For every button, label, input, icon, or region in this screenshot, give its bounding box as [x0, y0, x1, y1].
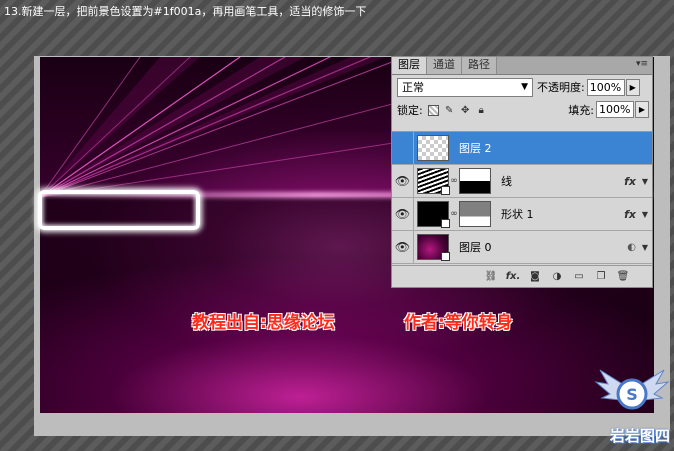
blend-opacity-row: 正常 ▼ 不透明度: 100% ▶	[392, 75, 652, 99]
tutorial-caption: 13.新建一层，把前景色设置为#1f001a，再用画笔工具，适当的修饰一下	[4, 5, 367, 18]
layer-name: 线	[501, 175, 512, 188]
lock-fill-row: 锁定: ✎ ✥ 🔒︎ 填充: 100% ▶	[392, 99, 652, 121]
layer-thumbnail	[417, 234, 450, 261]
layer-row-shape1[interactable]: 👁︎ ∞ 形状 1 fx ▼	[392, 197, 652, 231]
fill-input[interactable]: 100%	[596, 101, 634, 118]
tab-layers[interactable]: 图层	[392, 57, 427, 74]
blend-mode-value: 正常	[402, 81, 424, 94]
fill-slider-button[interactable]: ▶	[635, 101, 649, 118]
layer-name: 图层 2	[459, 142, 492, 155]
credit-author: 作者:等你转身	[404, 313, 513, 333]
svg-text:S: S	[626, 385, 638, 404]
smart-object-badge-icon	[441, 252, 450, 261]
mask-link-icon[interactable]: ∞	[450, 176, 458, 186]
lock-label: 锁定:	[397, 104, 423, 117]
layer-name: 形状 1	[501, 208, 534, 221]
credit-source: 教程出自:思缘论坛	[192, 313, 335, 333]
opacity-slider-button[interactable]: ▶	[625, 78, 640, 96]
layer-row-lines[interactable]: 👁︎ ∞ 线 fx ▼	[392, 164, 652, 198]
layers-toolbar: ⛓ fx. ◙ ◑ ▭ ❐ 🗑︎	[392, 265, 652, 287]
lock-transparency-icon[interactable]	[427, 104, 439, 116]
layer-name: 图层 0	[459, 241, 492, 254]
visibility-eye-icon[interactable]: 👁︎	[392, 131, 414, 165]
fill-label: 填充:	[568, 103, 594, 117]
layer-mask-thumbnail[interactable]	[459, 201, 491, 227]
panel-menu-icon[interactable]: ▾≡	[636, 59, 648, 69]
layer-row-layer2[interactable]: 👁︎ 图层 2	[392, 131, 652, 165]
layer-mask-thumbnail[interactable]	[459, 168, 491, 194]
watermark-logo: S 岩岩图四	[590, 350, 674, 451]
fx-icon[interactable]: fx.	[504, 269, 522, 285]
visibility-eye-icon[interactable]: 👁︎	[392, 164, 414, 198]
fill-group: 填充: 100% ▶	[568, 101, 649, 118]
layer-thumbnail	[417, 168, 450, 195]
opacity-input[interactable]: 100%	[586, 78, 625, 96]
visibility-eye-icon[interactable]: 👁︎	[392, 230, 414, 264]
opacity-label: 不透明度:	[537, 81, 585, 94]
smart-object-badge-icon	[441, 186, 450, 195]
fx-icon[interactable]: fx	[624, 175, 636, 188]
chevron-down-icon: ▼	[521, 82, 528, 92]
expand-effects-icon[interactable]: ▼	[642, 210, 648, 219]
expand-effects-icon[interactable]: ▼	[642, 177, 648, 186]
credits: 教程出自:思缘论坛 作者:等你转身	[0, 308, 674, 338]
tab-paths[interactable]: 路径	[462, 57, 497, 74]
expand-effects-icon[interactable]: ▼	[642, 243, 648, 252]
fx-icon[interactable]: fx	[624, 208, 636, 221]
smart-filter-icon: ◐	[627, 241, 636, 253]
brush-stroke-rectangle	[38, 190, 200, 230]
layer-row-layer0[interactable]: 👁︎ 图层 0 ◐ ▼	[392, 230, 652, 264]
lock-position-icon[interactable]: ✥	[460, 105, 471, 116]
lock-pixels-icon[interactable]: ✎	[444, 105, 455, 116]
trash-icon[interactable]: 🗑︎	[614, 269, 632, 285]
panel-tabs: 图层 通道 路径 ▾≡	[392, 57, 652, 75]
add-mask-icon[interactable]: ◙	[526, 269, 544, 285]
adjustment-layer-icon[interactable]: ◑	[548, 269, 566, 285]
lock-all-icon[interactable]: 🔒︎	[476, 105, 487, 116]
layers-panel: 图层 通道 路径 ▾≡ 正常 ▼ 不透明度: 100% ▶ 锁定: ✎ ✥ 🔒︎…	[391, 56, 653, 288]
link-layers-icon[interactable]: ⛓	[482, 269, 500, 285]
new-group-icon[interactable]: ▭	[570, 269, 588, 285]
blend-mode-select[interactable]: 正常 ▼	[397, 77, 533, 97]
smart-object-badge-icon	[441, 219, 450, 228]
mask-link-icon[interactable]: ∞	[450, 209, 458, 219]
new-layer-icon[interactable]: ❐	[592, 269, 610, 285]
layer-thumbnail	[417, 135, 449, 161]
layer-list: 👁︎ 图层 2 👁︎ ∞ 线 fx ▼ 👁︎ ∞ 形状 1 fx ▼ 👁︎ 图层…	[392, 131, 652, 265]
layer-thumbnail	[417, 201, 450, 228]
visibility-eye-icon[interactable]: 👁︎	[392, 197, 414, 231]
tab-channels[interactable]: 通道	[427, 57, 462, 74]
winged-logo-icon: S	[594, 369, 670, 410]
watermark-text: 岩岩图四	[610, 427, 671, 445]
